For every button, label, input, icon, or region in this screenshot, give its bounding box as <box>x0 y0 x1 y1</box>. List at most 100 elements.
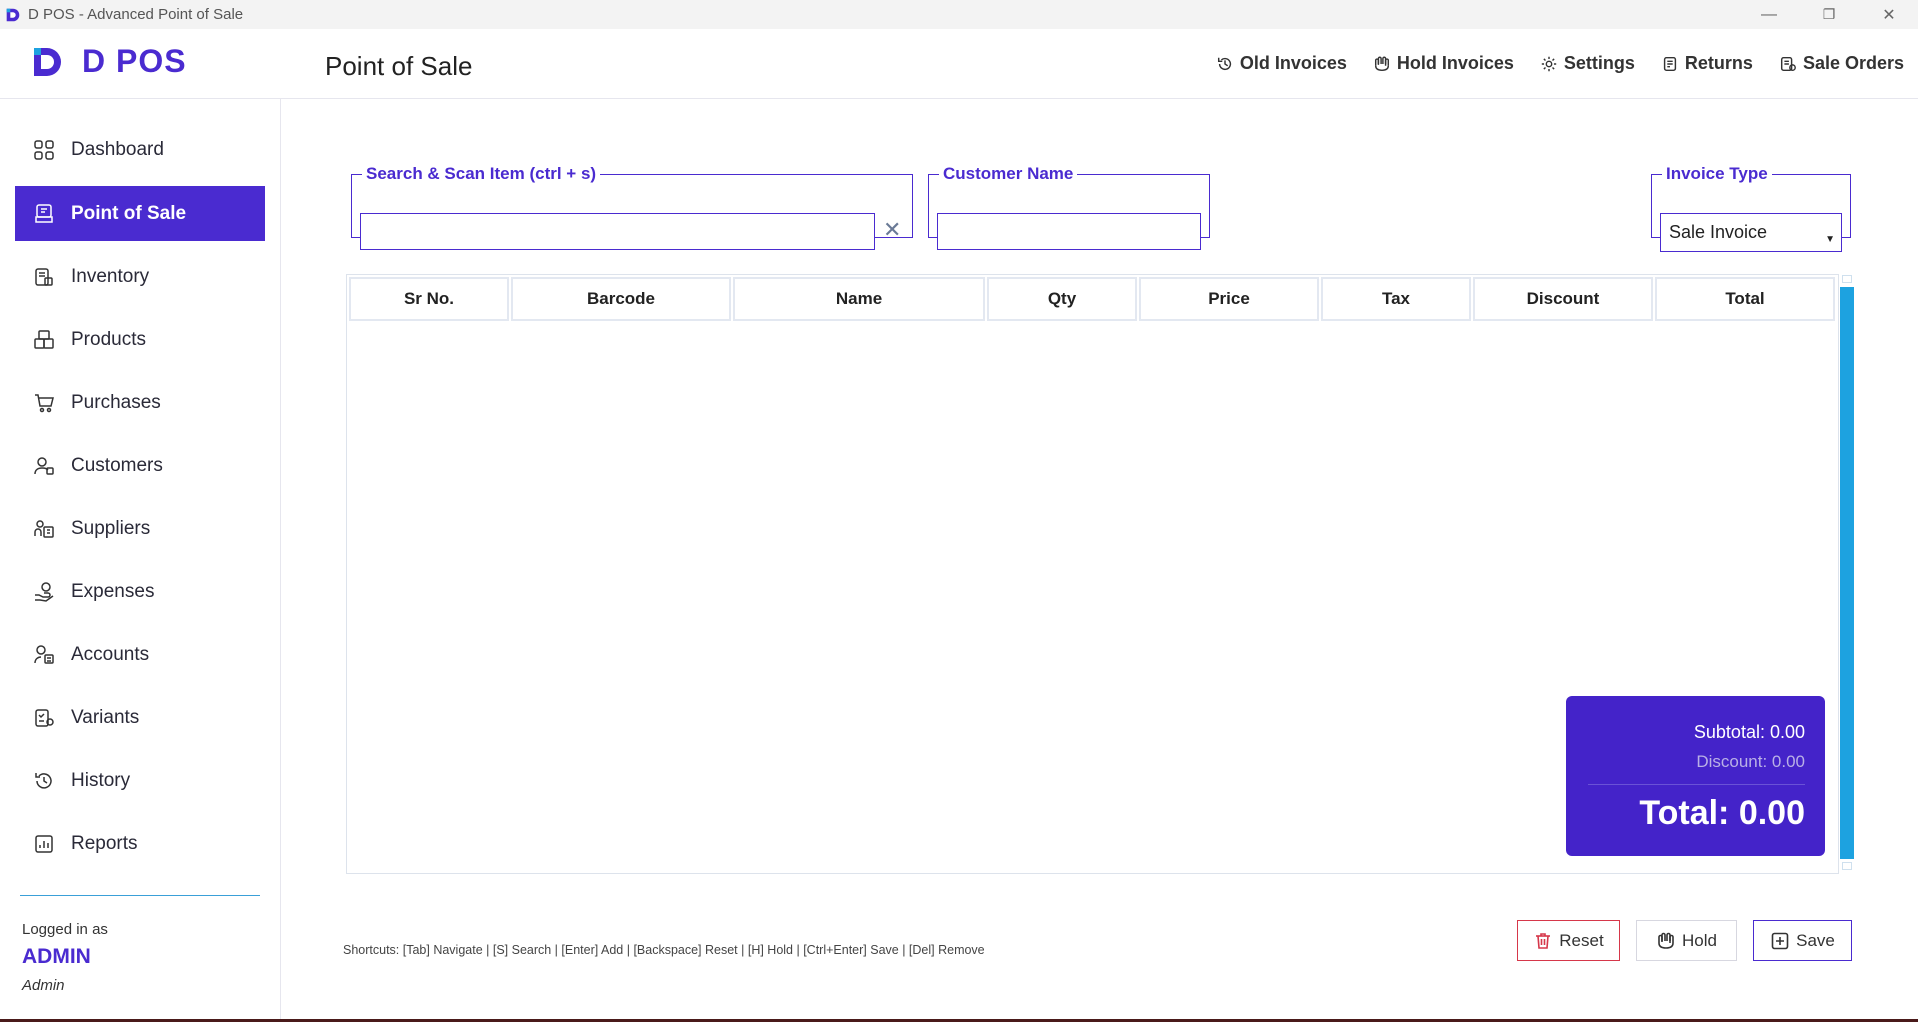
scroll-thumb[interactable] <box>1840 287 1854 859</box>
search-legend: Search & Scan Item (ctrl + s) <box>366 164 597 183</box>
invoice-type-select[interactable]: Sale Invoice ▼ <box>1660 213 1842 252</box>
grand-total-value: Total: 0.00 <box>1639 794 1805 832</box>
discount-value: Discount: 0.00 <box>1696 752 1805 771</box>
top-navigation: Old Invoices Hold Invoices Settings Retu… <box>1216 53 1904 74</box>
minimize-button[interactable]: — <box>1746 0 1792 29</box>
shortcuts-hint: Shortcuts: [Tab] Navigate | [S] Search |… <box>343 943 985 957</box>
sidebar-item-label: Variants <box>71 706 140 728</box>
search-fieldset: Search & Scan Item (ctrl + s) ✕ <box>351 164 913 250</box>
hold-label: Hold <box>1682 930 1717 950</box>
logged-in-role: Admin <box>22 977 65 994</box>
column-sr-no[interactable]: Sr No. <box>349 277 509 321</box>
nav-label: Returns <box>1684 53 1753 73</box>
invoice-type-fieldset: Invoice Type Sale Invoice ▼ <box>1651 164 1851 252</box>
nav-label: Hold Invoices <box>1396 53 1514 73</box>
plus-square-icon <box>1771 932 1789 949</box>
customer-legend: Customer Name <box>943 164 1074 183</box>
column-discount[interactable]: Discount <box>1473 277 1653 321</box>
expense-hand-icon <box>35 581 54 602</box>
column-barcode[interactable]: Barcode <box>511 277 731 321</box>
sidebar: Dashboard Point of Sale Inventory Produc… <box>0 99 281 1022</box>
sidebar-item-history[interactable]: History <box>15 753 265 808</box>
logged-in-username: ADMIN <box>22 945 91 968</box>
save-button[interactable]: Save <box>1753 920 1852 961</box>
nav-label: Sale Orders <box>1802 53 1904 73</box>
table-scrollbar[interactable] <box>1840 275 1854 872</box>
trash-icon <box>1536 932 1551 949</box>
column-name[interactable]: Name <box>733 277 985 321</box>
logged-in-label: Logged in as <box>22 921 108 938</box>
nav-label: Settings <box>1563 53 1635 73</box>
history-icon <box>1217 57 1231 70</box>
column-tax[interactable]: Tax <box>1321 277 1471 321</box>
sidebar-item-label: Products <box>71 328 146 350</box>
window-titlebar: D POS - Advanced Point of Sale <box>0 0 1918 29</box>
sidebar-item-label: Dashboard <box>71 138 164 160</box>
clear-search-icon[interactable]: ✕ <box>883 217 901 243</box>
supplier-icon <box>34 519 54 538</box>
customer-name-input[interactable] <box>937 213 1201 250</box>
save-label: Save <box>1796 930 1835 950</box>
column-total[interactable]: Total <box>1655 277 1835 321</box>
invoice-type-legend: Invoice Type <box>1666 164 1768 183</box>
sidebar-item-dashboard[interactable]: Dashboard <box>15 122 265 177</box>
accounts-icon <box>34 644 54 664</box>
gear-icon <box>1541 56 1557 71</box>
sidebar-item-label: History <box>71 769 131 791</box>
scroll-up-arrow[interactable] <box>1842 275 1852 283</box>
scroll-down-arrow[interactable] <box>1842 862 1852 870</box>
nav-sale-orders[interactable]: Sale Orders <box>1779 53 1904 74</box>
inventory-icon <box>35 267 53 286</box>
hand-hold-icon <box>1374 56 1389 71</box>
nav-old-invoices[interactable]: Old Invoices <box>1216 53 1347 74</box>
pos-terminal-icon <box>35 203 53 223</box>
sidebar-item-variants[interactable]: Variants <box>15 690 265 745</box>
nav-hold-invoices[interactable]: Hold Invoices <box>1373 53 1514 74</box>
history-icon <box>35 772 52 789</box>
sidebar-item-expenses[interactable]: Expenses <box>15 564 265 619</box>
variants-icon <box>35 708 54 727</box>
sidebar-item-products[interactable]: Products <box>15 312 265 367</box>
reset-label: Reset <box>1559 930 1604 950</box>
sidebar-item-purchases[interactable]: Purchases <box>15 375 265 430</box>
sidebar-item-label: Inventory <box>71 265 150 287</box>
table-header: Sr No. Barcode Name Qty Price Tax Discou… <box>349 277 1835 321</box>
sidebar-item-suppliers[interactable]: Suppliers <box>15 501 265 556</box>
sidebar-item-label: Accounts <box>71 643 150 665</box>
sidebar-item-label: Expenses <box>71 580 155 602</box>
sidebar-item-label: Point of Sale <box>71 202 187 224</box>
hand-hold-icon <box>1658 932 1674 949</box>
sidebar-item-reports[interactable]: Reports <box>15 816 265 871</box>
app-header: D POS Point of Sale Old Invoices Hold In… <box>0 29 1918 99</box>
customer-icon <box>34 456 54 475</box>
order-document-icon <box>1780 56 1796 71</box>
page-title: Point of Sale <box>325 51 473 81</box>
reports-chart-icon <box>35 834 53 853</box>
sidebar-divider <box>20 895 260 896</box>
brand: D POS <box>30 43 187 80</box>
nav-returns[interactable]: Returns <box>1661 53 1753 74</box>
totals-panel: Subtotal: 0.00 Discount: 0.00 Total: 0.0… <box>1566 696 1825 856</box>
nav-settings[interactable]: Settings <box>1540 53 1635 74</box>
sidebar-item-label: Purchases <box>71 391 161 413</box>
customer-fieldset: Customer Name <box>928 164 1210 250</box>
invoice-type-value: Sale Invoice <box>1669 222 1768 242</box>
chevron-down-icon: ▼ <box>1825 234 1835 245</box>
return-document-icon <box>1663 56 1677 71</box>
sidebar-item-inventory[interactable]: Inventory <box>15 249 265 304</box>
sidebar-item-point-of-sale[interactable]: Point of Sale <box>15 186 265 241</box>
sidebar-item-label: Customers <box>71 454 163 476</box>
reset-button[interactable]: Reset <box>1517 920 1620 961</box>
window-title: D POS - Advanced Point of Sale <box>28 6 244 23</box>
app-logo-icon <box>6 8 20 21</box>
restore-button[interactable]: ❐ <box>1806 0 1852 29</box>
search-input[interactable] <box>360 213 875 250</box>
sidebar-item-accounts[interactable]: Accounts <box>15 627 265 682</box>
dashboard-grid-icon <box>34 139 54 160</box>
column-qty[interactable]: Qty <box>987 277 1137 321</box>
sidebar-item-customers[interactable]: Customers <box>15 438 265 493</box>
column-price[interactable]: Price <box>1139 277 1319 321</box>
cart-icon <box>35 393 54 412</box>
close-window-button[interactable]: ✕ <box>1866 0 1912 29</box>
hold-button[interactable]: Hold <box>1636 920 1737 961</box>
